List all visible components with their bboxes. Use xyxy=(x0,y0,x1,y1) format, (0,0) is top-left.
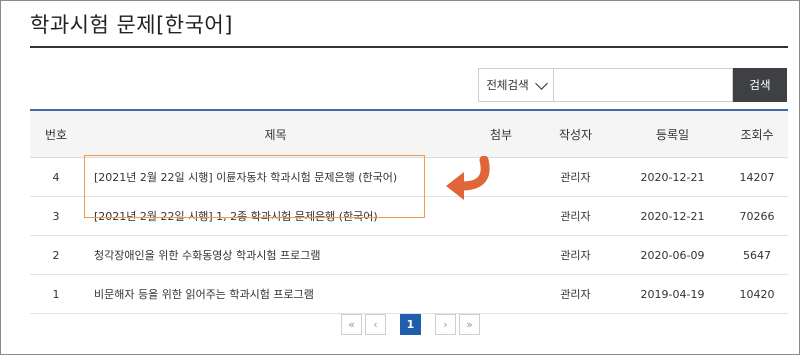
header-date: 등록일 xyxy=(619,110,726,158)
row-date: 2020-06-09 xyxy=(619,235,726,275)
next-page-button[interactable]: › xyxy=(435,314,456,335)
title-divider xyxy=(30,46,788,48)
table-row[interactable]: 2 청각장애인을 위한 수화동영상 학과시험 프로그램 관리자 2020-06-… xyxy=(30,235,788,275)
row-views: 10420 xyxy=(726,274,788,314)
row-date: 2019-04-19 xyxy=(619,274,726,314)
prev-page-button[interactable]: ‹ xyxy=(365,314,386,335)
page-title: 학과시험 문제[한국어] xyxy=(30,13,233,37)
first-page-button[interactable]: « xyxy=(341,314,362,335)
row-date: 2020-12-21 xyxy=(619,157,726,197)
curved-arrow-left-icon xyxy=(446,156,490,200)
row-author: 관리자 xyxy=(532,235,619,275)
row-num: 3 xyxy=(30,196,82,236)
row-author: 관리자 xyxy=(532,157,619,197)
header-num: 번호 xyxy=(30,110,82,158)
search-button[interactable]: 검색 xyxy=(733,68,787,102)
table-header-row: 번호 제목 첨부 작성자 등록일 조회수 xyxy=(30,110,788,158)
row-author: 관리자 xyxy=(532,274,619,314)
row-attachment xyxy=(470,235,532,275)
header-attachment: 첨부 xyxy=(470,110,532,158)
pagination: « ‹ 1 › » xyxy=(341,314,480,335)
row-num: 1 xyxy=(30,274,82,314)
last-page-button[interactable]: » xyxy=(459,314,480,335)
row-title-link[interactable]: 청각장애인을 위한 수화동영상 학과시험 프로그램 xyxy=(82,235,470,275)
row-attachment xyxy=(470,274,532,314)
row-num: 4 xyxy=(30,157,82,197)
page-button-current[interactable]: 1 xyxy=(400,314,421,335)
header-title: 제목 xyxy=(82,110,470,158)
header-views: 조회수 xyxy=(726,110,788,158)
highlight-box xyxy=(84,155,425,218)
row-views: 5647 xyxy=(726,235,788,275)
search-bar: 전체검색 검색 xyxy=(478,68,787,102)
header-author: 작성자 xyxy=(532,110,619,158)
search-scope-label: 전체검색 xyxy=(486,78,529,92)
table-row[interactable]: 1 비문해자 등을 위한 읽어주는 학과시험 프로그램 관리자 2019-04-… xyxy=(30,274,788,314)
row-author: 관리자 xyxy=(532,196,619,236)
row-date: 2020-12-21 xyxy=(619,196,726,236)
search-input[interactable] xyxy=(554,68,733,102)
row-num: 2 xyxy=(30,235,82,275)
chevron-down-icon xyxy=(534,76,548,90)
row-views: 14207 xyxy=(726,157,788,197)
search-scope-select[interactable]: 전체검색 xyxy=(478,68,554,102)
row-title-link[interactable]: 비문해자 등을 위한 읽어주는 학과시험 프로그램 xyxy=(82,274,470,314)
row-views: 70266 xyxy=(726,196,788,236)
